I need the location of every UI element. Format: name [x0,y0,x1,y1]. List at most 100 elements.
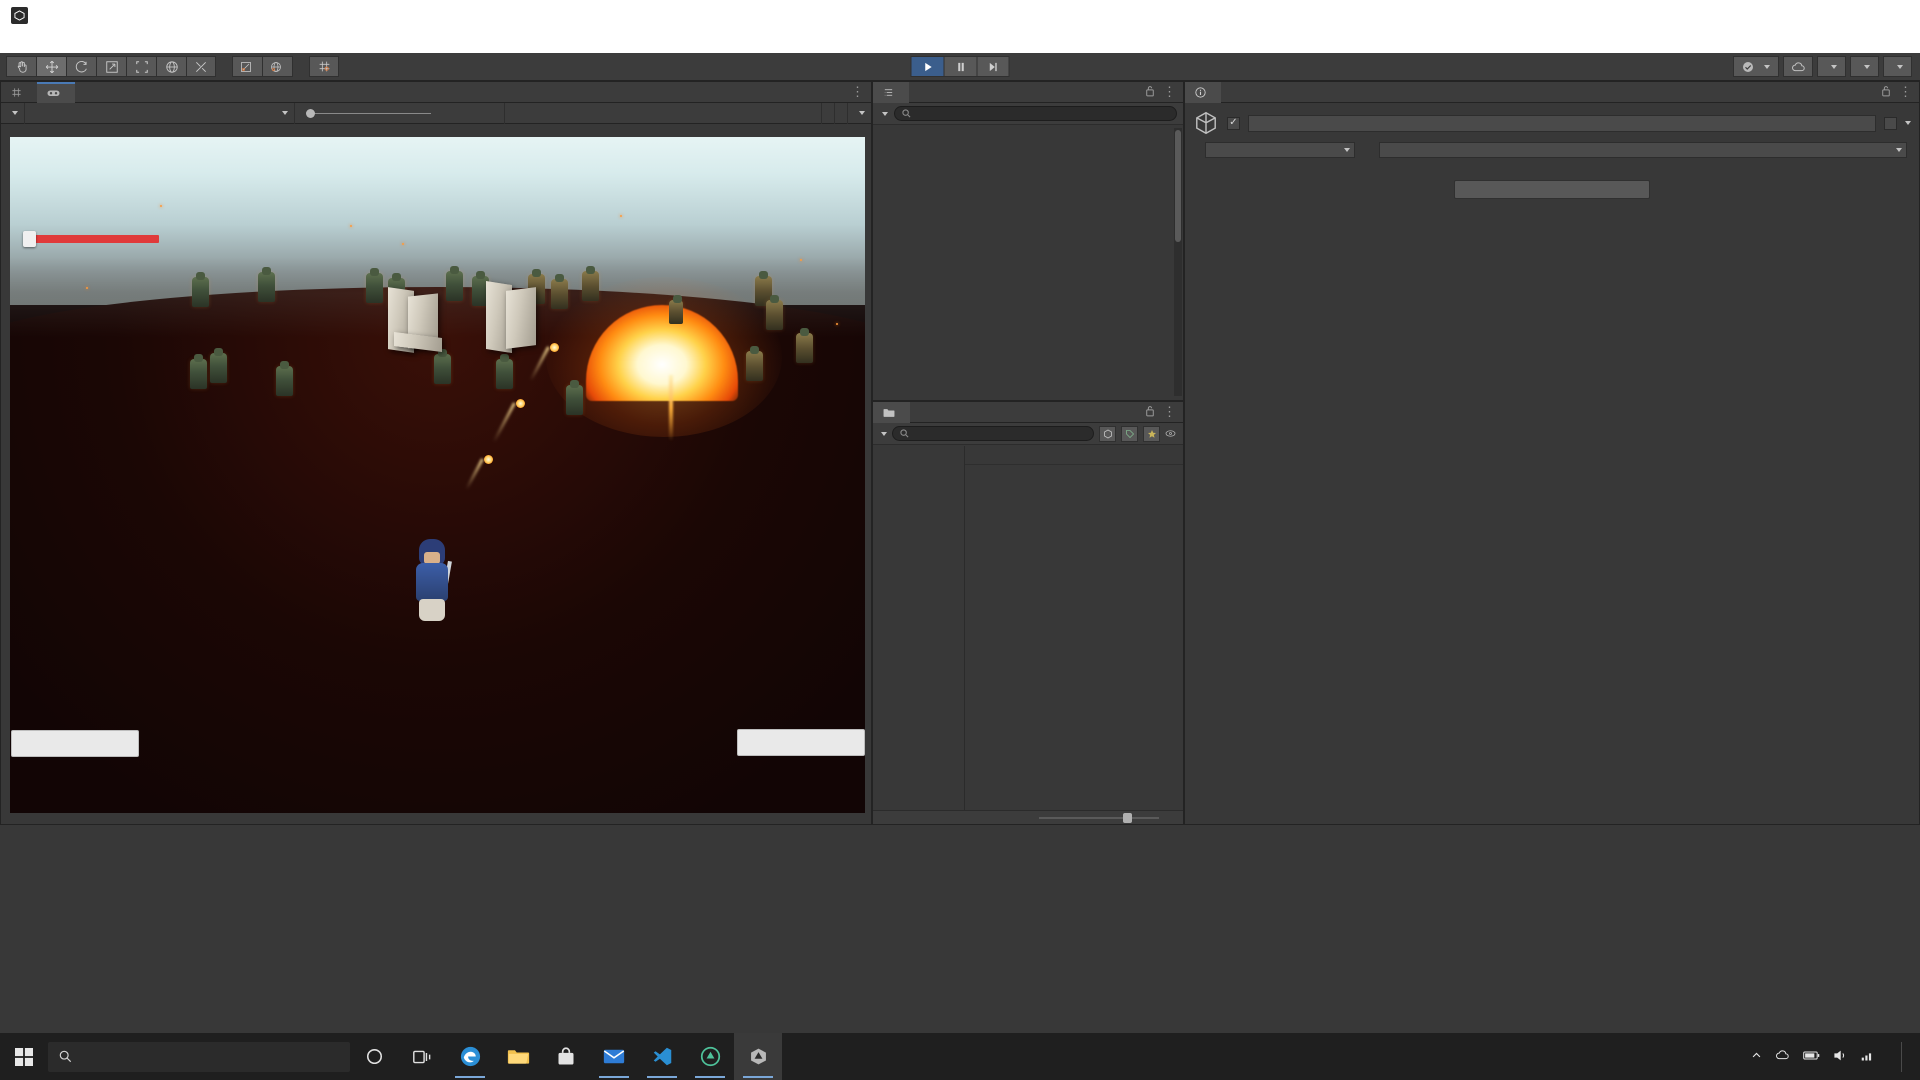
mute-audio-toggle[interactable] [822,102,835,124]
hierarchy-list[interactable] [873,126,1183,400]
layer-dropdown[interactable] [1379,142,1907,158]
project-search-input[interactable] [892,426,1094,441]
chevron-down-icon [881,431,887,436]
rect-tool-button[interactable] [126,56,156,77]
kebab-icon[interactable]: ⋮ [1163,85,1176,98]
static-checkbox[interactable] [1884,116,1897,130]
layers-button[interactable] [1850,56,1879,77]
volume-icon[interactable] [1833,1049,1847,1065]
create-object-button[interactable] [879,111,888,116]
account-button[interactable] [1817,56,1846,77]
mail-icon[interactable] [590,1033,638,1080]
project-create-button[interactable] [878,431,887,436]
close-button[interactable] [1874,0,1920,31]
task-view-icon[interactable] [398,1033,446,1080]
label-filter-icon[interactable] [1121,425,1138,442]
tab-hierarchy[interactable] [873,81,909,103]
grid-snap-icon[interactable] [309,56,339,77]
enemy-unit [276,361,293,396]
scale-slider-group[interactable] [295,102,505,124]
maximize-on-play-toggle[interactable] [809,102,822,124]
rotate-tool-button[interactable] [66,56,96,77]
static-toggle[interactable] [1884,116,1911,130]
store-icon[interactable] [542,1033,590,1080]
minimize-button[interactable] [1782,0,1828,31]
layout-button[interactable] [1883,56,1912,77]
health-bar-knob[interactable] [23,231,36,247]
zoom-track[interactable] [1039,812,1159,823]
enemy-unit [582,266,599,301]
hand-tool-button[interactable] [6,56,36,77]
hierarchy-tab-tools: ⋮ [1145,85,1183,100]
maximize-button[interactable] [1828,0,1874,31]
file-explorer-icon[interactable] [494,1033,542,1080]
kebab-icon[interactable]: ⋮ [1899,85,1912,98]
object-enabled-checkbox[interactable]: ✓ [1227,116,1240,130]
asset-grid[interactable] [965,466,1183,810]
pivot-toggle-button[interactable] [232,56,262,77]
favorite-filter-icon[interactable] [1143,425,1160,442]
restart-button[interactable] [11,730,139,757]
display-dropdown[interactable] [1,102,25,124]
stats-toggle[interactable] [835,102,848,124]
show-desktop-button[interactable] [1901,1041,1906,1072]
unity-editor-icon[interactable] [734,1033,782,1080]
package-filter-icon[interactable] [1099,425,1116,442]
lock-icon[interactable] [1881,85,1891,100]
tab-scene[interactable] [1,82,37,103]
object-name-field[interactable] [1248,114,1876,132]
taskbar-search-input[interactable] [48,1041,350,1072]
inspector-object-header: ✓ [1185,104,1919,140]
lock-icon[interactable] [1145,405,1155,420]
cloud-sync-icon[interactable] [1775,1049,1790,1064]
chevron-down-icon [859,111,865,115]
kebab-icon[interactable]: ⋮ [851,85,864,98]
windows-icon[interactable] [0,1033,48,1080]
enemy-unit [366,268,383,303]
aspect-dropdown[interactable] [25,102,295,124]
scrollbar-thumb[interactable] [1175,130,1181,242]
cortana-icon[interactable] [350,1033,398,1080]
collab-button[interactable] [1733,56,1779,77]
hierarchy-scrollbar[interactable] [1174,128,1182,396]
scale-tool-button[interactable] [96,56,126,77]
scale-slider[interactable] [306,106,451,121]
quit-button[interactable] [737,729,865,756]
lock-icon[interactable] [1145,85,1155,100]
chevron-up-icon[interactable] [1751,1050,1762,1064]
enemy-unit [210,348,227,383]
network-icon[interactable] [1860,1049,1875,1065]
tag-layer-row [1185,140,1919,164]
unity-hub-icon[interactable] [686,1033,734,1080]
gizmos-dropdown[interactable] [848,103,871,124]
project-zoom-slider[interactable] [873,810,1183,824]
projectile [484,455,493,464]
breadcrumb [965,446,1183,465]
transform-tool-button[interactable] [156,56,186,77]
edge-icon[interactable] [446,1033,494,1080]
project-folder-tree[interactable] [873,446,965,810]
hero-legs [419,599,445,621]
custom-tool-button[interactable] [186,56,216,77]
enemy-unit [669,295,683,324]
play-button[interactable] [910,56,944,77]
battery-icon[interactable] [1803,1050,1820,1064]
hierarchy-search-input[interactable] [894,106,1177,121]
health-bar[interactable] [23,231,159,247]
vscode-icon[interactable] [638,1033,686,1080]
move-tool-button[interactable] [36,56,66,77]
zoom-knob[interactable] [1123,812,1132,823]
kebab-icon[interactable]: ⋮ [1163,405,1176,418]
menu-bar [0,31,1920,53]
search-icon [902,109,911,118]
step-button[interactable] [976,56,1010,77]
tag-dropdown[interactable] [1205,142,1355,158]
add-component-button[interactable] [1454,180,1650,199]
grid-snap-group [309,56,339,77]
tab-project[interactable] [873,401,910,423]
tab-inspector[interactable] [1185,81,1221,103]
tab-game[interactable] [37,81,75,103]
global-toggle-button[interactable] [262,56,293,77]
pause-button[interactable] [943,56,977,77]
cloud-icon[interactable] [1783,56,1813,77]
